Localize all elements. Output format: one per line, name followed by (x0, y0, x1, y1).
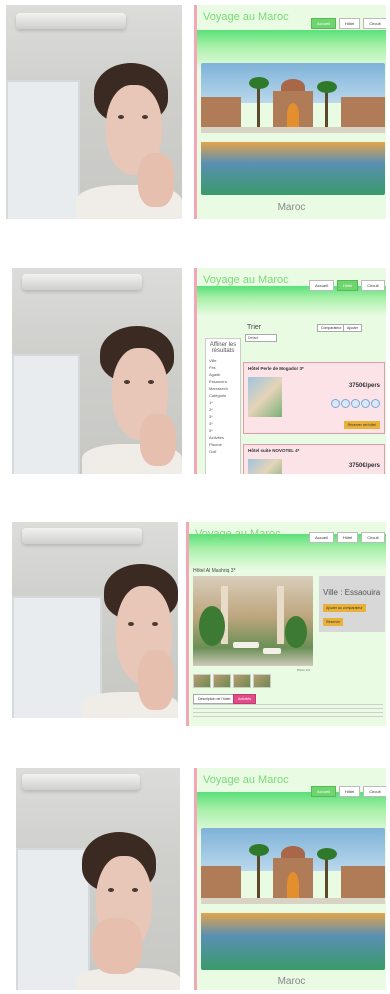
filter-header: Affiner les résultats (209, 342, 237, 354)
site-frame-home-1: Voyage au Maroc Accueil Hôtel Circuit Ma… (194, 5, 386, 219)
nav-hotel[interactable]: Hôtel (338, 18, 361, 29)
left-eye (128, 622, 134, 626)
site-frame-results: Voyage au Maroc Accueil Hôtel Circuit Tr… (194, 268, 386, 474)
nav-hotel[interactable]: Hôtel (336, 280, 359, 291)
nav-hotel[interactable]: Hôtel (336, 532, 359, 543)
person-hand (92, 918, 142, 974)
webcam-frame-2 (12, 268, 182, 474)
hotel-photo[interactable] (193, 576, 313, 666)
person-hand (140, 414, 176, 466)
ceiling-lamp (16, 13, 126, 29)
whiteboard (16, 848, 90, 990)
main-nav: Accueil Hôtel Circuit (309, 280, 385, 291)
gallery-thumb[interactable] (253, 674, 271, 688)
whiteboard (6, 80, 80, 219)
nav-accueil[interactable]: Accueil (311, 18, 336, 29)
filter-item[interactable]: Fès (206, 364, 240, 371)
site-title[interactable]: Voyage au Maroc (203, 11, 289, 23)
add-button[interactable]: Ajouter (343, 324, 363, 332)
ceiling-lamp (22, 774, 140, 790)
nav-accueil[interactable]: Accueil (309, 280, 334, 291)
filter-item[interactable]: 1* (206, 399, 240, 406)
hotel-card[interactable]: Hôtel suite NOVOTEL 4* 3750€/pers (243, 444, 385, 474)
nav-accueil[interactable]: Accueil (309, 532, 334, 543)
filter-item: Catégorie (209, 393, 227, 398)
filter-item: Activités (209, 435, 224, 440)
hotel-thumbnail[interactable] (248, 459, 282, 474)
nav-circuit[interactable]: Circuit (361, 280, 385, 291)
right-eye (148, 380, 154, 384)
left-eye (124, 380, 130, 384)
gallery-thumb[interactable] (213, 674, 231, 688)
tab-activities[interactable]: Activités (233, 694, 257, 704)
reserve-hotel-button[interactable]: Réserver cet hôtel (343, 421, 380, 429)
gallery-thumb[interactable] (193, 674, 211, 688)
main-nav: Accueil Hôtel Circuit (309, 532, 385, 543)
main-nav: Accueil Hôtel Circuit (311, 786, 386, 797)
webcam-frame-4 (16, 768, 180, 990)
photo-caption: Photo 1/4 (297, 668, 310, 672)
tab-description[interactable]: Description de l'hôtel (193, 694, 236, 704)
description-text (193, 704, 383, 720)
left-eye (108, 888, 114, 892)
main-nav: Accueil Hôtel Circuit (311, 18, 386, 29)
hero-caption: Maroc (277, 202, 306, 213)
filter-item[interactable]: Essaouira (206, 378, 240, 385)
hotel-thumbnail[interactable] (248, 377, 282, 417)
webcam-frame-1 (6, 5, 182, 219)
whiteboard (12, 354, 80, 474)
hotel-title: Hôtel Al Mashriq 3* (193, 568, 236, 574)
filter-item[interactable]: 5* (206, 427, 240, 434)
add-compare-button[interactable]: Ajouter au comparateur (323, 604, 366, 612)
filter-item[interactable]: Agadir (206, 371, 240, 378)
nav-circuit[interactable]: Circuit (363, 18, 386, 29)
sort-select[interactable]: Défaut (245, 334, 277, 342)
rating-circles (331, 399, 380, 408)
compare-button[interactable]: Comparateur (317, 324, 346, 332)
hero-image (201, 63, 385, 195)
filter-item[interactable]: 4* (206, 420, 240, 427)
site-frame-home-2: Voyage au Maroc Accueil Hôtel Circuit Ma… (194, 768, 386, 990)
ceiling-lamp (22, 274, 142, 290)
filter-item[interactable]: 2* (206, 406, 240, 413)
site-frame-detail: Voyage au Maroc Accueil Hôtel Circuit Hô… (186, 522, 386, 726)
filter-item: Ville (209, 358, 217, 363)
right-eye (132, 888, 138, 892)
nav-accueil[interactable]: Accueil (311, 786, 336, 797)
filter-item[interactable]: 3* (206, 413, 240, 420)
filter-item[interactable]: Golf (206, 448, 240, 455)
nav-circuit[interactable]: Circuit (363, 786, 386, 797)
webcam-frame-3 (12, 522, 178, 718)
site-title[interactable]: Voyage au Maroc (203, 274, 289, 286)
person-hand (138, 650, 174, 710)
hero-caption: Maroc (277, 976, 306, 987)
left-eye (118, 115, 124, 119)
nav-hotel[interactable]: Hôtel (338, 786, 361, 797)
filter-item[interactable]: Marrakech (206, 385, 240, 392)
person-hand (138, 153, 174, 207)
nav-circuit[interactable]: Circuit (361, 532, 385, 543)
hero-image (201, 828, 385, 970)
site-title[interactable]: Voyage au Maroc (203, 774, 289, 786)
filter-item[interactable]: Piscine (206, 441, 240, 448)
filter-sidebar: Affiner les résultats Ville Fès Agadir E… (205, 338, 241, 474)
photo-gallery (193, 674, 271, 688)
ceiling-lamp (22, 528, 142, 544)
right-eye (152, 622, 158, 626)
hotel-name[interactable]: Hôtel Perle de Mogador 3* (248, 366, 304, 371)
gallery-thumb[interactable] (233, 674, 251, 688)
hotel-card[interactable]: Hôtel Perle de Mogador 3* 3750€/pers Rés… (243, 362, 385, 434)
sort-label: Trier (247, 324, 262, 331)
right-eye (142, 115, 148, 119)
reserve-button[interactable]: Réserver (323, 618, 344, 626)
hotel-name[interactable]: Hôtel suite NOVOTEL 4* (248, 448, 299, 453)
hotel-city: Ville : Essaouira (323, 588, 381, 597)
hotel-price: 3750€/pers (348, 383, 380, 389)
hotel-info-box: Ville : Essaouira Ajouter au comparateur… (319, 576, 385, 632)
hotel-price: 3750€/pers (348, 463, 380, 469)
site-title[interactable]: Voyage au Maroc (195, 528, 281, 540)
